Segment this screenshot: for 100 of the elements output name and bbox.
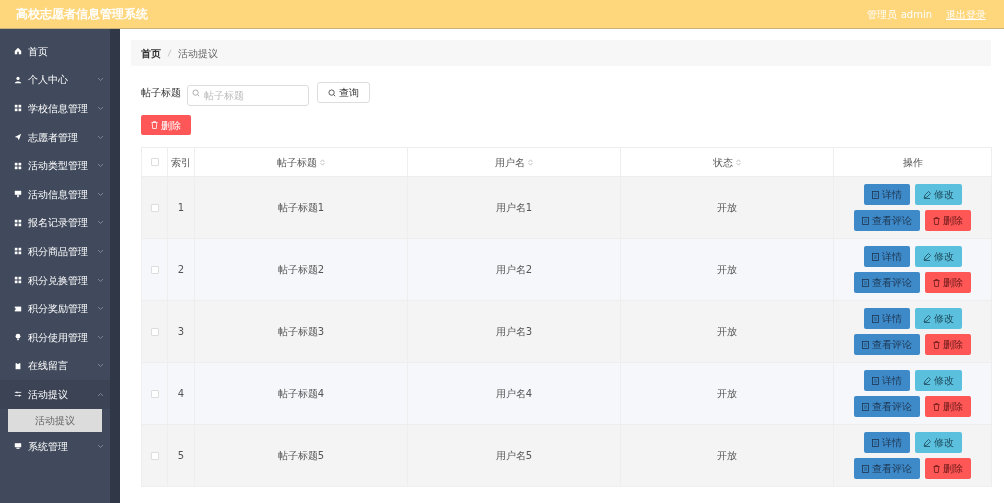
bulb-icon (14, 333, 22, 342)
sidebar-item[interactable]: 积分奖励管理 (0, 294, 110, 323)
edit-button[interactable]: 修改 (914, 370, 962, 391)
grid-icon (14, 218, 22, 227)
breadcrumb-link[interactable]: 首页 (141, 45, 161, 61)
column-header[interactable]: 用户名 (495, 156, 525, 168)
sidebar-item[interactable]: 报名记录管理 (0, 208, 110, 238)
detail-button[interactable]: 详情 (863, 246, 910, 267)
clipboard-icon (14, 361, 22, 370)
detail-button[interactable]: 详情 (863, 308, 910, 329)
comments-button[interactable]: 查看评论 (854, 458, 920, 479)
checkbox[interactable] (150, 327, 159, 336)
checkbox[interactable] (150, 203, 159, 212)
app-title: 高校志愿者信息管理系统 (16, 6, 148, 23)
comments-button[interactable]: 查看评论 (854, 396, 920, 417)
document-icon (871, 314, 879, 323)
slash-icon (167, 49, 172, 57)
sidebar-item[interactable]: 积分使用管理 (0, 322, 110, 352)
sidebar-item[interactable]: 活动信息管理 (0, 179, 110, 209)
grid-icon (14, 104, 22, 113)
search-icon (192, 88, 200, 97)
table-cell: 帖子标题4 (277, 388, 325, 399)
user-label: 管理员 admin (867, 7, 932, 22)
sort-icon[interactable] (320, 159, 325, 166)
table-cell: 开放 (717, 326, 737, 337)
grid-icon (14, 161, 22, 170)
pen-icon (922, 438, 931, 447)
table-cell: 用户名3 (495, 326, 533, 337)
detail-button[interactable]: 详情 (863, 184, 910, 205)
delete-button[interactable]: 删除 (925, 458, 971, 479)
pen-icon (922, 190, 931, 199)
trash-icon (933, 402, 940, 411)
table-cell: 开放 (717, 450, 737, 461)
trash-icon (933, 464, 940, 473)
user-icon (14, 75, 22, 84)
column-header: 操作 (902, 156, 923, 168)
document-icon (871, 438, 879, 447)
document-icon (862, 464, 869, 473)
checkbox[interactable] (150, 451, 159, 460)
sort-icon[interactable] (736, 159, 741, 166)
sidebar-item[interactable]: 系统管理 (0, 431, 110, 461)
document-icon (862, 216, 869, 225)
sidebar-item[interactable]: 首页 (0, 37, 110, 66)
comments-button[interactable]: 查看评论 (854, 334, 920, 355)
search-label: 帖子标题 (141, 86, 181, 100)
table-cell: 2 (177, 264, 185, 275)
delete-button[interactable]: 删除 (925, 396, 971, 417)
delete-button[interactable]: 删除 (141, 115, 191, 135)
edit-button[interactable]: 修改 (914, 246, 962, 267)
document-icon (871, 190, 879, 199)
table-cell: 5 (177, 450, 185, 461)
table-cell: 开放 (717, 202, 737, 213)
trash-icon (933, 278, 940, 287)
trash-icon (933, 216, 940, 225)
detail-button[interactable]: 详情 (863, 370, 910, 391)
trash-icon (151, 121, 158, 129)
trash-icon (933, 340, 940, 349)
sidebar-item[interactable]: 个人中心 (0, 65, 110, 95)
document-icon (862, 402, 869, 411)
edit-button[interactable]: 修改 (914, 432, 962, 453)
checkbox[interactable] (150, 265, 159, 274)
column-header[interactable]: 状态 (713, 156, 733, 168)
table-cell: 4 (177, 388, 185, 399)
document-icon (862, 278, 869, 287)
table-cell: 帖子标题1 (277, 202, 325, 213)
submenu-item[interactable]: 活动提议 (8, 408, 102, 432)
comments-button[interactable]: 查看评论 (854, 210, 920, 231)
table-cell: 1 (177, 202, 185, 213)
delete-button[interactable]: 删除 (925, 334, 971, 355)
home-icon (14, 47, 22, 56)
table-cell: 用户名5 (495, 450, 533, 461)
sidebar-item[interactable]: 志愿者管理 (0, 122, 110, 152)
checkbox[interactable] (150, 389, 159, 398)
sidebar-item[interactable]: 在线留言 (0, 351, 110, 381)
sidebar-item[interactable]: 积分商品管理 (0, 237, 110, 266)
ticket-icon (14, 304, 22, 313)
sliders-icon (14, 390, 22, 399)
sort-icon[interactable] (528, 159, 533, 166)
sidebar-item[interactable]: 积分兑换管理 (0, 265, 110, 295)
column-header[interactable]: 帖子标题 (277, 156, 317, 168)
column-header: 索引 (171, 156, 191, 168)
delete-button[interactable]: 删除 (925, 210, 971, 231)
checkbox[interactable] (150, 158, 159, 166)
table-cell: 帖子标题2 (277, 264, 325, 275)
search-field[interactable]: 帖子标题 (187, 85, 309, 106)
table-cell: 开放 (717, 264, 737, 275)
delete-button[interactable]: 删除 (925, 272, 971, 293)
table-cell: 用户名1 (495, 202, 533, 213)
table-cell: 帖子标题3 (277, 326, 325, 337)
table-cell: 用户名4 (495, 388, 533, 399)
search-icon (328, 88, 336, 97)
edit-button[interactable]: 修改 (914, 308, 962, 329)
sidebar-item[interactable]: 活动类型管理 (0, 151, 110, 180)
paper-plane-icon (14, 133, 22, 142)
comments-button[interactable]: 查看评论 (854, 272, 920, 293)
pen-icon (922, 376, 931, 385)
detail-button[interactable]: 详情 (863, 432, 910, 453)
query-button[interactable]: 查询 (317, 82, 370, 103)
edit-button[interactable]: 修改 (914, 184, 962, 205)
sidebar-item[interactable]: 学校信息管理 (0, 94, 110, 123)
